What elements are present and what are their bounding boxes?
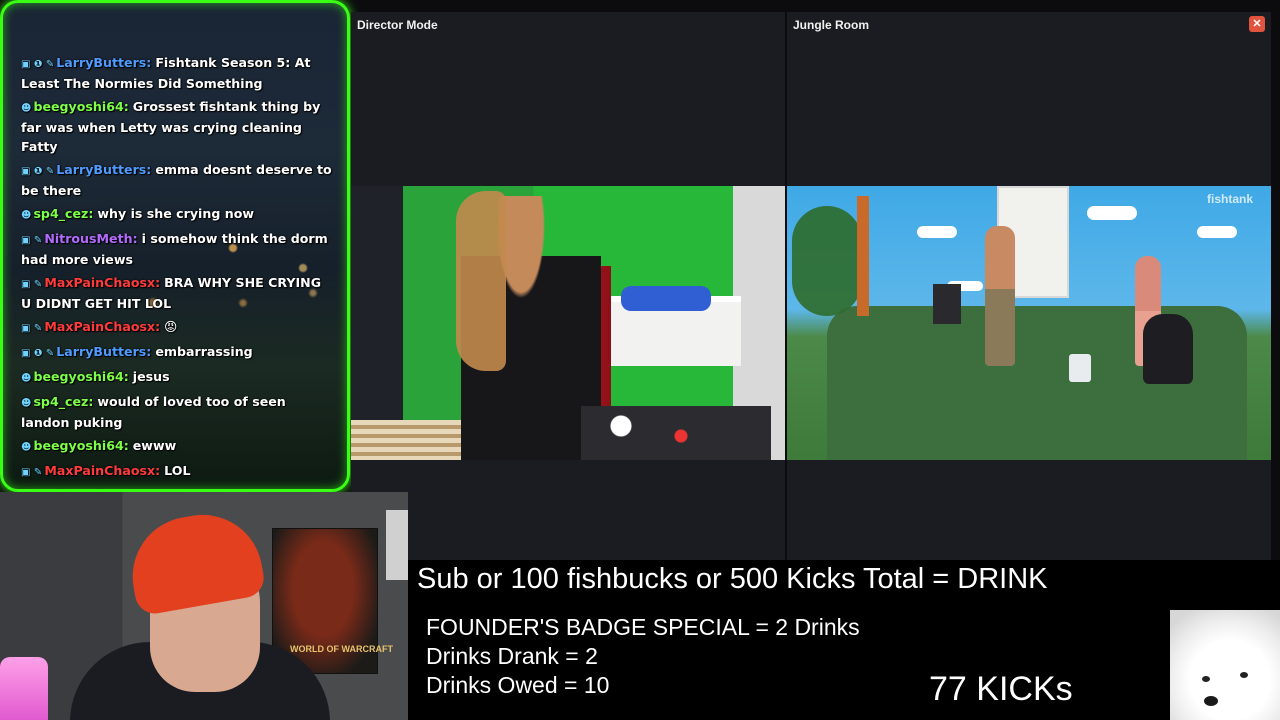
wall-poster-small bbox=[386, 510, 408, 580]
chat-text: embarrassing bbox=[155, 344, 253, 359]
close-icon[interactable]: ✕ bbox=[1249, 16, 1265, 32]
cloud bbox=[1197, 226, 1237, 238]
chat-text: LOL bbox=[164, 463, 191, 478]
drink-rule-main: Sub or 100 fishbucks or 500 Kicks Total … bbox=[417, 563, 1048, 595]
webcam-feed: WORLD OF WARCRAFT bbox=[0, 492, 408, 720]
person-standing bbox=[985, 226, 1015, 366]
palm-trunk bbox=[857, 196, 869, 316]
dog-image bbox=[1170, 610, 1280, 720]
bucket bbox=[1069, 354, 1091, 382]
chat-message: ☻ sp4_cez: would of loved too of seen land… bbox=[21, 392, 335, 432]
chat-text: jesus bbox=[132, 369, 170, 384]
chat-text: why is she crying now bbox=[97, 206, 254, 221]
hair bbox=[456, 191, 506, 371]
drinks-drank: Drinks Drank = 2 bbox=[426, 643, 598, 669]
chat-message: ▣ ❶ ✎ LarryButters: Fishtank Season 5: At … bbox=[21, 53, 335, 93]
dog-eye bbox=[1202, 676, 1210, 682]
chat-badges-icon: ▣ ❶ ✎ bbox=[21, 59, 55, 70]
dog-eye bbox=[1240, 672, 1248, 678]
kicks-counter: 77 KICKs bbox=[929, 670, 1073, 708]
chat-username[interactable]: beegyoshi64: bbox=[33, 438, 128, 453]
chat-username[interactable]: sp4_cez: bbox=[33, 206, 93, 221]
chat-username[interactable]: beegyoshi64: bbox=[33, 99, 128, 114]
panel-title-director: Director Mode bbox=[357, 18, 438, 32]
chat-message: ☻ sp4_cez: why is she crying now bbox=[21, 204, 335, 225]
dog-nose bbox=[1204, 696, 1218, 706]
drinks-owed: Drinks Owed = 10 bbox=[426, 672, 610, 698]
chat-text: 😡 bbox=[164, 319, 178, 334]
chat-badges-icon: ▣ ✎ bbox=[21, 323, 43, 334]
poster-label: WORLD OF WARCRAFT bbox=[290, 644, 393, 654]
chat-username[interactable]: MaxPainChaosx: bbox=[44, 319, 160, 334]
chat-username[interactable]: LarryButters: bbox=[56, 344, 151, 359]
chat-username[interactable]: MaxPainChaosx: bbox=[44, 275, 160, 290]
founder-badge-rule: FOUNDER'S BADGE SPECIAL = 2 Drinks bbox=[426, 614, 860, 640]
panel-title-jungle: Jungle Room bbox=[793, 18, 870, 32]
chair bbox=[933, 284, 961, 324]
chat-message: ☻ beegyoshi64: Grossest fishtank thing by … bbox=[21, 97, 335, 156]
director-mode-panel: Director Mode bbox=[351, 12, 785, 560]
fishtank-watermark: fishtank bbox=[1206, 192, 1253, 206]
jungle-video-feed[interactable]: fishtank bbox=[787, 186, 1271, 460]
chat-username[interactable]: LarryButters: bbox=[56, 162, 151, 177]
chat-message: ▣ ✎ NitrousMeth: i somehow think the dorm … bbox=[21, 229, 335, 269]
chat-message: ▣ ❶ ✎ LarryButters: emma doesnt deserve to… bbox=[21, 160, 335, 200]
chat-message-list: ▣ ❶ ✎ LarryButters: Fishtank Season 5: At … bbox=[21, 53, 335, 489]
table-clutter bbox=[581, 406, 771, 460]
chat-badges-icon: ▣ ✎ bbox=[21, 279, 43, 290]
chat-badges-icon: ☻ bbox=[21, 103, 32, 114]
chat-username[interactable]: beegyoshi64: bbox=[33, 369, 128, 384]
chat-username[interactable]: MaxPainChaosx: bbox=[44, 463, 160, 478]
chat-badges-icon: ▣ ❶ ✎ bbox=[21, 348, 55, 359]
jungle-room-panel: Jungle Room ✕ fishtank bbox=[787, 12, 1271, 560]
chat-message: ▣ ❶ ✎ LarryButters: embarrassing bbox=[21, 342, 335, 363]
chat-username[interactable]: NitrousMeth: bbox=[44, 231, 137, 246]
chat-message: ☻ beegyoshi64: jesus bbox=[21, 367, 335, 388]
chat-badges-icon: ▣ ✎ bbox=[21, 467, 43, 478]
chat-username[interactable]: LarryButters: bbox=[56, 55, 151, 70]
chat-overlay: ▣ ❶ ✎ LarryButters: Fishtank Season 5: At … bbox=[0, 0, 350, 492]
chat-message: ▣ ✎ MaxPainChaosx: BRA WHY SHE CRYING U DI… bbox=[21, 273, 335, 313]
plant-leaves bbox=[792, 206, 862, 316]
chat-badges-icon: ☻ bbox=[21, 442, 32, 453]
chat-message: ▣ ✎ MaxPainChaosx: LOL bbox=[21, 461, 335, 482]
chat-badges-icon: ☻ bbox=[21, 210, 32, 221]
person-crouching bbox=[1143, 314, 1193, 384]
cloud bbox=[1087, 206, 1137, 220]
chat-badges-icon: ☻ bbox=[21, 373, 32, 384]
chat-username[interactable]: sp4_cez: bbox=[33, 394, 93, 409]
chat-message: ☻ beegyoshi64: ewww bbox=[21, 436, 335, 457]
chat-badges-icon: ▣ ❶ ✎ bbox=[21, 166, 55, 177]
chat-badges-icon: ▣ ✎ bbox=[21, 235, 43, 246]
chat-badges-icon: ☻ bbox=[21, 398, 32, 409]
drink-info-panel: Sub or 100 fishbucks or 500 Kicks Total … bbox=[408, 560, 1280, 720]
clothes-pile bbox=[621, 286, 711, 311]
cloud bbox=[917, 226, 957, 238]
director-video-feed[interactable] bbox=[351, 186, 785, 460]
pink-lamp bbox=[0, 657, 48, 720]
chat-text: ewww bbox=[132, 438, 177, 453]
chat-message: ▣ ✎ MaxPainChaosx: 😡 bbox=[21, 317, 335, 338]
